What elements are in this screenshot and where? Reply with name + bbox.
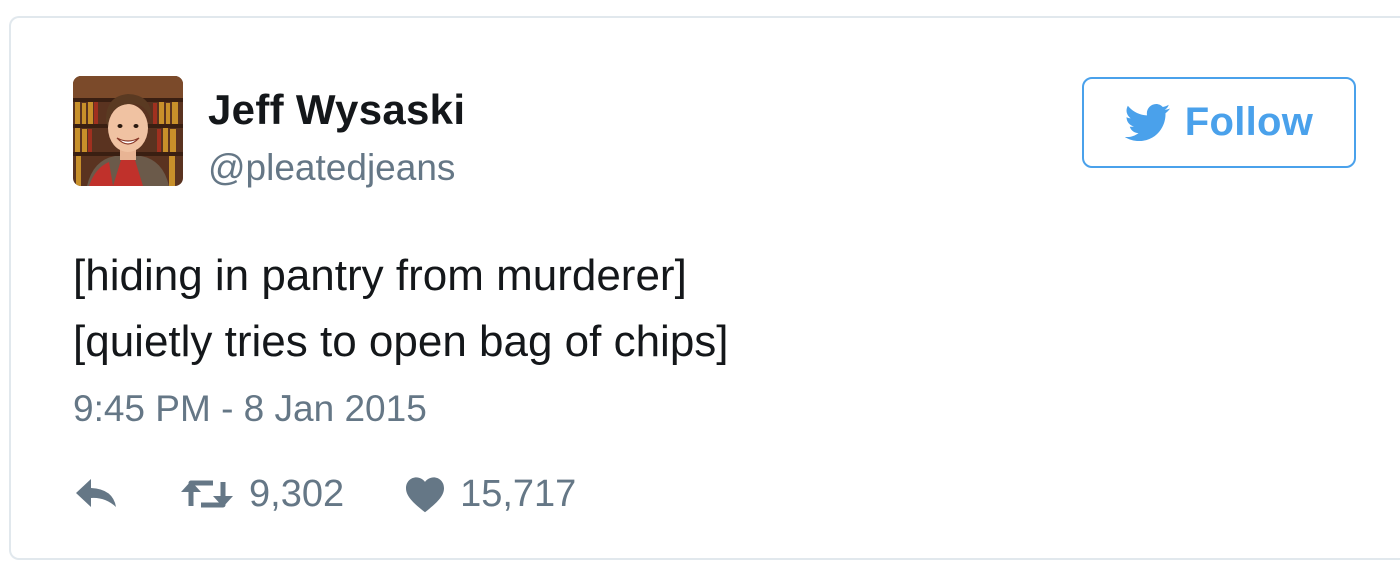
- author-handle[interactable]: @pleatedjeans: [208, 147, 455, 189]
- tweet-actions: 9,302 15,717: [73, 468, 576, 520]
- tweet-card: Jeff Wysaski @pleatedjeans Follow [hidin…: [9, 16, 1400, 560]
- tweet-line: [quietly tries to open bag of chips]: [73, 317, 729, 366]
- author-name[interactable]: Jeff Wysaski: [208, 86, 465, 134]
- retweet-icon: [179, 476, 235, 512]
- like-count: 15,717: [460, 472, 577, 515]
- reply-button[interactable]: [73, 477, 119, 511]
- avatar-image: [73, 76, 183, 186]
- follow-label: Follow: [1184, 100, 1314, 144]
- tweet-text: [hiding in pantry from murderer] [quietl…: [73, 243, 1353, 375]
- like-button[interactable]: 15,717: [404, 473, 576, 516]
- retweet-count: 9,302: [249, 472, 345, 515]
- twitter-bird-icon: [1124, 103, 1171, 142]
- tweet-line: [hiding in pantry from murderer]: [73, 251, 687, 300]
- tweet-timestamp[interactable]: 9:45 PM - 8 Jan 2015: [73, 388, 427, 430]
- retweet-button[interactable]: 9,302: [179, 473, 344, 516]
- follow-button[interactable]: Follow: [1082, 77, 1356, 168]
- heart-icon: [404, 475, 446, 513]
- avatar[interactable]: [73, 76, 183, 186]
- reply-icon: [73, 477, 119, 511]
